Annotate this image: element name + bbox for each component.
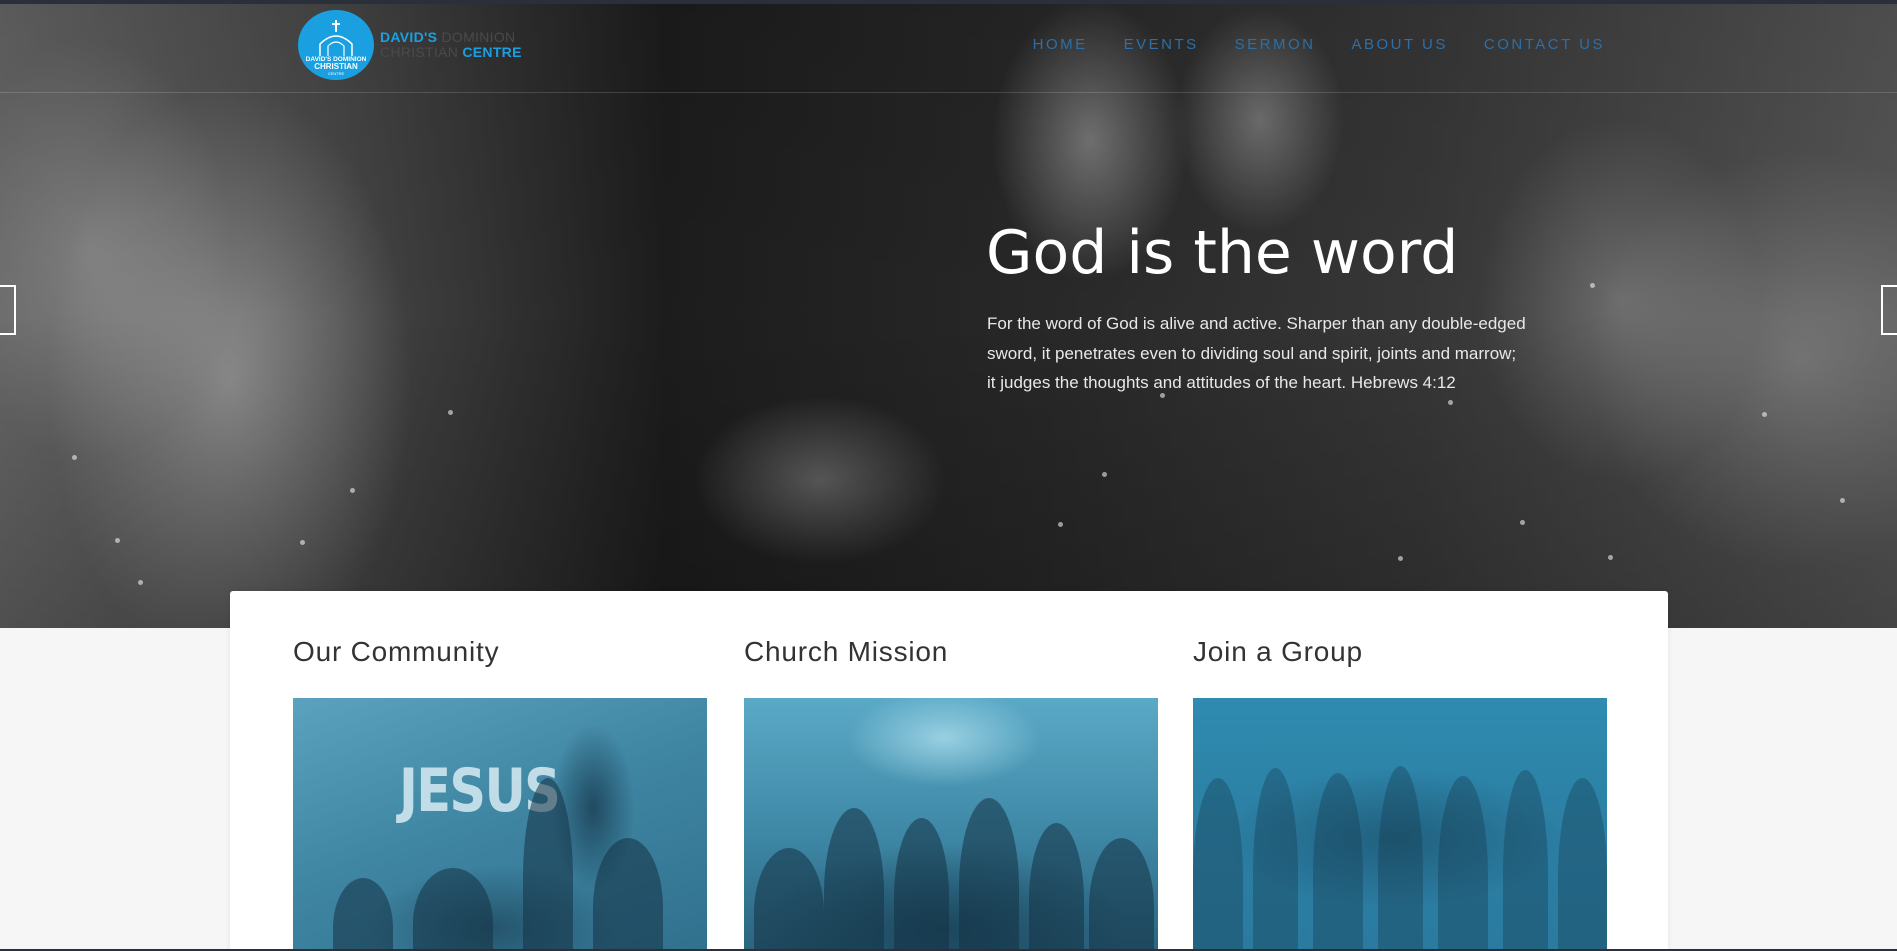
top-strip: [0, 0, 1897, 4]
card-image[interactable]: [1193, 698, 1607, 951]
badge-mid-text: CHRISTIAN: [314, 62, 358, 71]
site-logo[interactable]: DAVID'S DOMINION CHRISTIAN CENTRE DAVID'…: [298, 10, 522, 80]
logo-wordmark: DAVID'S DOMINION CHRISTIAN CENTRE: [380, 30, 522, 60]
card-title: Our Community: [293, 636, 500, 667]
hero-slider: God is the word For the word of God is a…: [0, 0, 1897, 628]
crowd-silhouette: [1378, 766, 1423, 951]
slide-title: God is the word: [986, 218, 1459, 288]
card-image[interactable]: JESUS: [293, 698, 707, 951]
crowd-silhouette: [894, 818, 949, 951]
logo-word-davids: DAVID'S: [380, 29, 438, 45]
nav-item-events[interactable]: EVENTS: [1124, 36, 1199, 53]
particle: [1448, 400, 1453, 405]
logo-word-christian: CHRISTIAN: [380, 44, 459, 60]
crowd-silhouette: [1029, 823, 1084, 951]
crowd-silhouette: [1503, 770, 1548, 951]
nav-item-contact-us[interactable]: CONTACT US: [1484, 36, 1605, 53]
page: God is the word For the word of God is a…: [0, 0, 1897, 951]
crowd-silhouette: [523, 778, 573, 951]
crowd-silhouette: [1193, 778, 1243, 951]
crowd-silhouette: [1313, 773, 1363, 951]
crowd-silhouette: [1253, 768, 1298, 951]
site-header: DAVID'S DOMINION CHRISTIAN CENTRE DAVID'…: [0, 4, 1897, 93]
next-slide-arrow[interactable]: [1881, 285, 1897, 335]
particle: [1762, 412, 1767, 417]
particle: [1102, 472, 1107, 477]
particle: [350, 488, 355, 493]
feature-cards: Our Community JESUS Church Mission Join: [230, 591, 1668, 951]
particle: [115, 538, 120, 543]
crowd-silhouette: [333, 878, 393, 951]
crowd-silhouette: [754, 848, 824, 951]
particle: [1840, 498, 1845, 503]
particle: [448, 410, 453, 415]
crowd-silhouette: [593, 838, 663, 951]
nav-item-about-us[interactable]: ABOUT US: [1351, 36, 1447, 53]
logo-word-dominion: DOMINION: [441, 29, 516, 45]
church-icon: DAVID'S DOMINION CHRISTIAN CENTRE: [306, 20, 367, 76]
crowd-silhouette: [1089, 838, 1154, 951]
crowd-silhouette: [959, 798, 1019, 951]
particle: [300, 540, 305, 545]
particle: [1520, 520, 1525, 525]
particle: [138, 580, 143, 585]
particle: [1608, 555, 1613, 560]
card-image[interactable]: [744, 698, 1158, 951]
particle: [1058, 522, 1063, 527]
card-title: Join a Group: [1193, 636, 1363, 667]
card-title: Church Mission: [744, 636, 949, 667]
crowd-silhouette: [1558, 778, 1607, 951]
particle: [1590, 283, 1595, 288]
particle: [1398, 556, 1403, 561]
logo-badge: DAVID'S DOMINION CHRISTIAN CENTRE: [298, 10, 374, 80]
nav-item-sermon[interactable]: SERMON: [1235, 36, 1316, 53]
crowd-silhouette: [413, 868, 493, 951]
logo-word-centre: CENTRE: [462, 44, 522, 60]
particle: [72, 455, 77, 460]
crowd-silhouette: [824, 808, 884, 951]
hero-overlay: [0, 0, 1897, 628]
prev-slide-arrow[interactable]: [0, 285, 16, 335]
crowd-silhouette: [1438, 776, 1488, 951]
nav-item-home[interactable]: HOME: [1033, 36, 1088, 53]
main-nav: HOME EVENTS SERMON ABOUT US CONTACT US: [997, 36, 1605, 53]
slide-text: For the word of God is alive and active.…: [987, 314, 1526, 392]
badge-bottom-text: CENTRE: [328, 71, 345, 76]
